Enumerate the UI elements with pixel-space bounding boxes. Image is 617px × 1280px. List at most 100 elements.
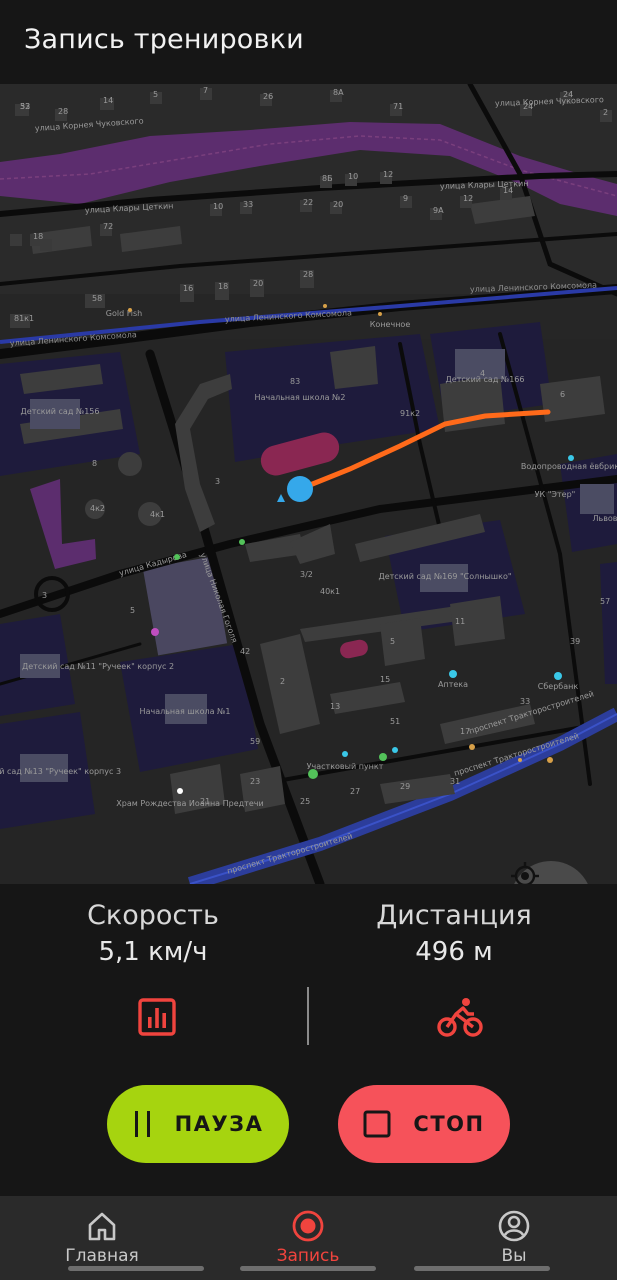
house-number-label: 72	[103, 222, 113, 231]
speed-value: 5,1 км/ч	[98, 937, 208, 967]
house-number-label: 4	[480, 369, 485, 378]
stats-chart-button[interactable]	[134, 994, 180, 1040]
bank-icon	[554, 672, 562, 680]
house-number-label: 17	[460, 727, 470, 736]
stop-icon	[363, 1110, 391, 1138]
police-icon	[342, 751, 348, 757]
house-number-label: 29	[400, 782, 410, 791]
house-number-label: 20	[333, 200, 343, 209]
speed-stat: Скорость 5,1 км/ч	[23, 900, 283, 967]
house-number-label: 57	[600, 597, 610, 606]
house-number-label: 25	[300, 797, 310, 806]
bicycle-icon	[437, 998, 483, 1037]
house-number-label: 18	[218, 282, 228, 291]
house-number-label: 59	[250, 737, 260, 746]
house-number-label: 5	[390, 637, 395, 646]
house-number-label: 21	[200, 797, 210, 806]
poi-label: Детский сад №13 "Ручеек" корпус 3	[0, 767, 121, 776]
profile-icon	[498, 1210, 530, 1242]
house-number-label: 51	[390, 717, 400, 726]
poi-icon	[392, 747, 398, 753]
house-number-label: 3	[42, 591, 47, 600]
house-number-label: 8А	[333, 88, 344, 97]
house-number-label: 81к1	[14, 314, 34, 323]
house-number-label: 14	[103, 96, 113, 105]
activity-type-button[interactable]	[434, 994, 486, 1040]
poi-label: Участковый пункт	[307, 762, 384, 771]
map-view[interactable]: улица Корнея Чуковского улица Корнея Чук…	[0, 84, 617, 884]
poi-label: УК "Этер"	[535, 490, 576, 499]
poi-label: Конечное	[370, 320, 411, 329]
entertainment-icon	[151, 628, 159, 636]
nav-label-profile: Вы	[501, 1246, 527, 1266]
house-number-label: 39	[570, 637, 580, 646]
stats-divider	[307, 987, 309, 1045]
cafe-icon	[547, 757, 553, 763]
record-icon	[292, 1210, 324, 1242]
scroll-indicator	[240, 1266, 376, 1271]
scroll-indicator	[68, 1266, 204, 1271]
house-number-label: 6	[560, 390, 565, 399]
cafe-icon	[469, 744, 475, 750]
house-number-label: 10	[213, 202, 223, 211]
pause-label: ПАУЗА	[174, 1112, 264, 1136]
speed-label: Скорость	[87, 900, 219, 931]
house-number-label: 27	[350, 787, 360, 796]
house-number-label: 10	[348, 172, 358, 181]
house-number-label: 33	[243, 200, 253, 209]
nav-item-profile[interactable]: Вы	[444, 1208, 584, 1266]
house-number-label: 22	[303, 198, 313, 207]
house-number-label: 7	[203, 86, 208, 95]
stop-button[interactable]: СТОП	[338, 1085, 510, 1163]
house-number-label: 18	[33, 232, 43, 241]
house-number-label: 4к1	[150, 510, 165, 519]
distance-stat: Дистанция 496 м	[324, 900, 584, 967]
house-number-label: 3/2	[300, 570, 313, 579]
poi-label: Сбербанк	[538, 682, 579, 691]
poi-label: Начальная школа №2	[255, 393, 346, 402]
pause-button[interactable]: ПАУЗА	[107, 1085, 289, 1163]
house-number-label: 8	[92, 459, 97, 468]
house-number-label: 16	[183, 284, 193, 293]
house-number-label: 83	[290, 377, 300, 386]
house-number-label: 24	[523, 102, 533, 111]
house-number-label: 42	[240, 647, 250, 656]
house-number-label: 28	[303, 270, 313, 279]
shop-icon	[308, 769, 318, 779]
house-number-label: 9А	[433, 206, 444, 215]
map-canvas[interactable]: улица Корнея Чуковского улица Корнея Чук…	[0, 84, 617, 884]
poi-label: Аптека	[438, 680, 468, 689]
stop-label: СТОП	[413, 1112, 485, 1136]
distance-label: Дистанция	[376, 900, 532, 931]
poi-label: Детский сад №156	[21, 407, 100, 416]
house-number-label: 20	[253, 279, 263, 288]
house-number-label: 9	[403, 194, 408, 203]
nav-item-record[interactable]: Запись	[238, 1208, 378, 1266]
house-number-label: 28	[58, 107, 68, 116]
house-number-label: 71	[393, 102, 403, 111]
poi-label: Gold Fish	[106, 309, 142, 318]
house-number-label: 2	[280, 677, 285, 686]
workout-stats-panel: Скорость 5,1 км/ч Дистанция 496 м ПАУЗА	[0, 884, 617, 1196]
poi-label: Начальная школа №1	[140, 707, 231, 716]
house-number-label: 26	[263, 92, 273, 101]
house-number-label: 5	[130, 606, 135, 615]
house-number-label: 24	[563, 90, 573, 99]
app-bar: Запись тренировки	[0, 0, 617, 84]
bar-chart-icon	[138, 998, 176, 1036]
house-number-label: 12	[463, 194, 473, 203]
water-icon	[568, 455, 574, 461]
house-number-label: 3	[215, 477, 220, 486]
pause-icon	[134, 1111, 150, 1137]
scroll-indicator	[414, 1266, 550, 1271]
house-number-label: 12	[383, 170, 393, 179]
shop-icon	[379, 753, 387, 761]
house-number-label: 4к2	[90, 504, 105, 513]
nav-item-home[interactable]: Главная	[32, 1208, 172, 1266]
house-number-label: 91к2	[400, 409, 420, 418]
house-number-label: 11	[455, 617, 465, 626]
poi-label: Водопроводная ёвбрик	[521, 462, 617, 471]
nav-label-record: Запись	[276, 1246, 340, 1266]
page-title: Запись тренировки	[24, 24, 304, 55]
church-icon	[177, 788, 183, 794]
